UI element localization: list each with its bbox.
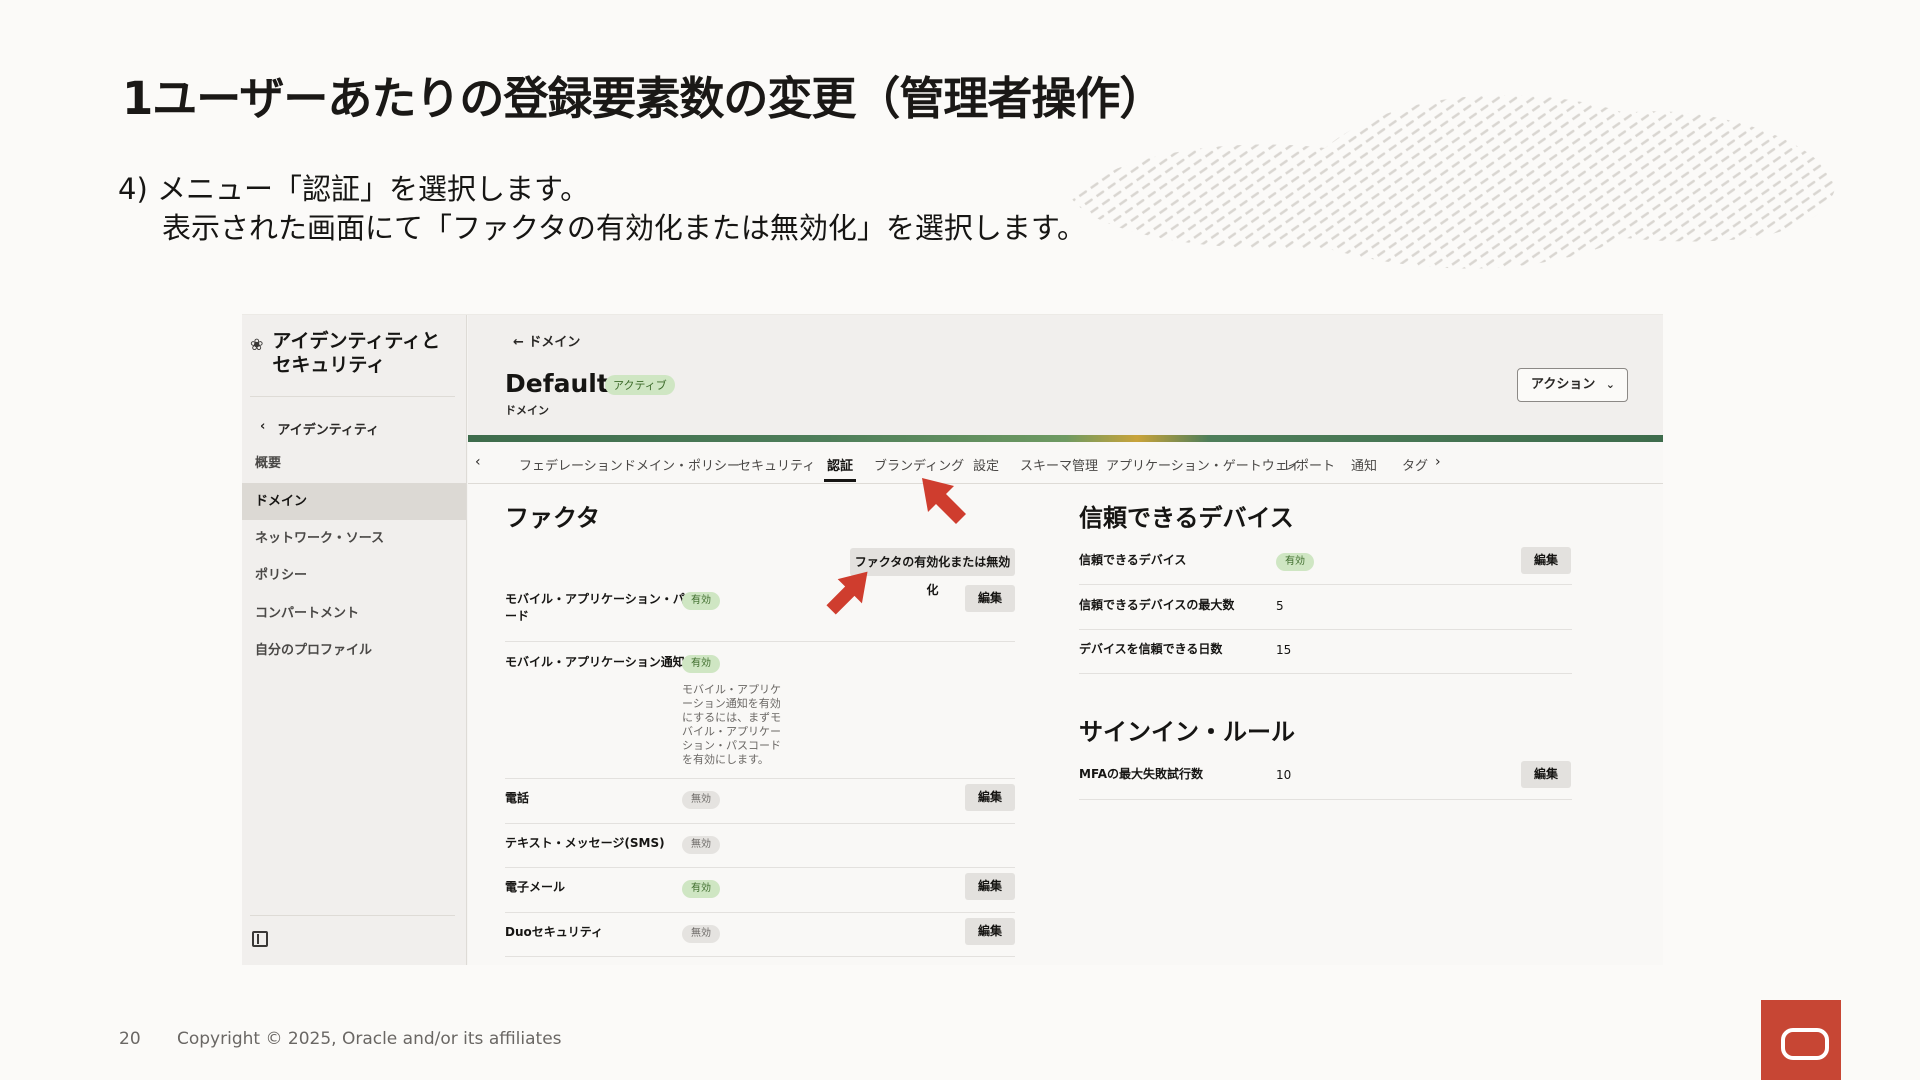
factor-mobile-notify-status: 有効	[682, 655, 720, 673]
domain-name: Default	[505, 369, 609, 398]
factor-email-label: 電子メール	[505, 880, 566, 894]
edit-trusted-devices-button[interactable]: 編集	[1521, 547, 1571, 574]
factor-duo-label: Duoセキュリティ	[505, 925, 604, 939]
tab-security[interactable]: セキュリティ	[738, 455, 815, 474]
tabs-scroll-left-icon[interactable]: ‹	[475, 454, 481, 470]
status-badge: アクティブ	[605, 375, 675, 395]
trust-days-value: 15	[1276, 643, 1292, 657]
mfa-max-failed-value: 10	[1276, 768, 1292, 782]
factor-email-status: 有効	[682, 880, 720, 898]
tab-schema-management[interactable]: スキーマ管理	[1020, 455, 1098, 474]
tab-tags[interactable]: タグ	[1402, 455, 1428, 474]
main-content: ← ドメイン Default アクティブ ドメイン アクション ⌄ ‹ フェデレ…	[468, 315, 1663, 965]
edit-phone-button[interactable]: 編集	[965, 784, 1015, 811]
row-divider	[1079, 629, 1572, 630]
sidebar-item-policies[interactable]: ポリシー	[242, 557, 466, 594]
factor-sms-label: テキスト・メッセージ(SMS)	[505, 836, 665, 850]
page-number: 20	[119, 1029, 141, 1049]
header-banner	[468, 435, 1663, 442]
factor-mobile-notify-label: モバイル・アプリケーション通知	[505, 655, 685, 669]
tab-app-gateway[interactable]: アプリケーション・ゲートウェイ	[1106, 455, 1301, 474]
instructions: 4) メニュー「認証」を選択します。 表示された画面にて「ファクタの有効化または…	[118, 170, 1086, 248]
actions-label: アクション	[1531, 377, 1596, 392]
row-divider	[505, 823, 1015, 824]
actions-button[interactable]: アクション ⌄	[1517, 368, 1628, 402]
collapse-sidebar-icon[interactable]	[252, 931, 268, 947]
chevron-left-icon: ‹	[260, 419, 266, 434]
row-divider	[505, 641, 1015, 642]
slide-title: 1ユーザーあたりの登録要素数の変更（管理者操作）	[122, 72, 1164, 125]
row-divider	[1079, 799, 1572, 800]
edit-mobile-passcode-button[interactable]: 編集	[965, 585, 1015, 612]
copyright: Copyright © 2025, Oracle and/or its affi…	[177, 1029, 562, 1049]
decorative-pattern	[1070, 95, 1835, 269]
tabs-scroll-right-icon[interactable]: ›	[1435, 454, 1441, 470]
sidebar-title-line-1: アイデンティティと	[272, 330, 441, 352]
identity-cluster-icon: ❀	[250, 335, 264, 354]
annotation-arrow-icon	[826, 571, 868, 615]
tab-authentication[interactable]: 認証	[823, 455, 857, 482]
sidebar-header: ❀ アイデンティティと セキュリティ	[250, 329, 440, 377]
trusted-devices-heading: 信頼できるデバイス	[1079, 504, 1294, 532]
signin-rules-heading: サインイン・ルール	[1079, 718, 1295, 746]
sidebar-item-network-sources[interactable]: ネットワーク・ソース	[242, 520, 466, 557]
sidebar-item-my-profile[interactable]: 自分のプロファイル	[242, 632, 466, 669]
tab-reports[interactable]: レポート	[1283, 455, 1335, 474]
console-screenshot: ❀ アイデンティティと セキュリティ ‹ アイデンティティ 概要 ドメイン ネッ…	[242, 314, 1663, 965]
factor-mobile-notify-note: モバイル・アプリケーション通知を有効にするには、まずモバイル・アプリケーション・…	[682, 683, 782, 766]
sidebar-title-line-2: セキュリティ	[272, 354, 386, 376]
domain-header: ← ドメイン Default アクティブ ドメイン アクション ⌄	[468, 315, 1663, 435]
trusted-devices-label: 信頼できるデバイス	[1079, 553, 1187, 567]
back-to-domains-link[interactable]: ← ドメイン	[513, 331, 580, 350]
sidebar-back-label: アイデンティティ	[277, 423, 380, 438]
factor-phone-status: 無効	[682, 791, 720, 809]
row-divider	[505, 867, 1015, 868]
tab-bar: ‹ フェデレーション ドメイン・ポリシー セキュリティ 認証 ブランディング 設…	[468, 442, 1663, 484]
factor-phone-label: 電話	[505, 791, 530, 805]
mfa-max-failed-label: MFAの最大失敗試行数	[1079, 767, 1204, 781]
row-divider	[1079, 584, 1572, 585]
sidebar-item-compartments[interactable]: コンパートメント	[242, 595, 466, 632]
tab-federation[interactable]: フェデレーション	[519, 455, 623, 474]
edit-duo-button[interactable]: 編集	[965, 918, 1015, 945]
max-trusted-devices-label: 信頼できるデバイスの最大数	[1079, 598, 1235, 612]
oracle-logo-icon	[1761, 1000, 1841, 1080]
row-divider	[505, 956, 1015, 957]
chevron-down-icon: ⌄	[1605, 378, 1615, 391]
factor-duo-status: 無効	[682, 925, 720, 943]
factor-sms-status: 無効	[682, 836, 720, 854]
domain-subtitle: ドメイン	[505, 404, 549, 417]
factors-heading: ファクタ	[505, 504, 601, 532]
trusted-devices-status: 有効	[1276, 553, 1314, 571]
sidebar-item-overview[interactable]: 概要	[242, 445, 466, 482]
step-line-1: 4) メニュー「認証」を選択します。	[118, 172, 590, 206]
edit-email-button[interactable]: 編集	[965, 873, 1015, 900]
step-line-2: 表示された画面にて「ファクタの有効化または無効化」を選択します。	[162, 211, 1086, 245]
sidebar-back-link[interactable]: ‹ アイデンティティ	[260, 419, 379, 438]
edit-signin-rules-button[interactable]: 編集	[1521, 761, 1571, 788]
sidebar-item-domains[interactable]: ドメイン	[242, 483, 466, 520]
sidebar: ❀ アイデンティティと セキュリティ ‹ アイデンティティ 概要 ドメイン ネッ…	[242, 315, 467, 965]
max-trusted-devices-value: 5	[1276, 599, 1284, 613]
tab-notifications[interactable]: 通知	[1351, 455, 1377, 474]
annotation-arrow-icon	[922, 478, 966, 524]
row-divider	[505, 912, 1015, 913]
factor-mobile-passcode-status: 有効	[682, 592, 720, 610]
tab-domain-policy[interactable]: ドメイン・ポリシー	[623, 455, 740, 474]
tab-settings[interactable]: 設定	[973, 455, 999, 474]
sidebar-divider-bottom	[250, 915, 455, 916]
row-divider	[505, 778, 1015, 779]
trust-days-label: デバイスを信頼できる日数	[1079, 642, 1223, 656]
sidebar-divider	[250, 396, 455, 397]
row-divider	[1079, 673, 1572, 674]
